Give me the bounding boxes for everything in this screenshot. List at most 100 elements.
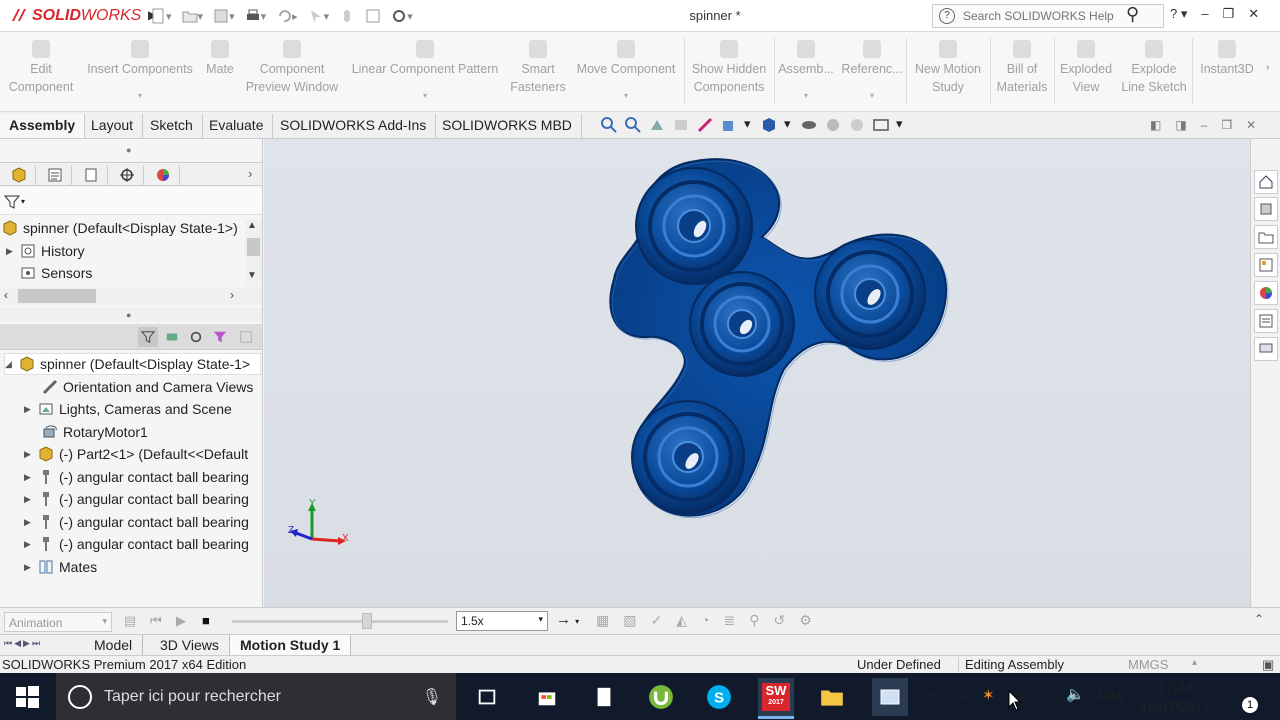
filter-dropdown-icon[interactable]: ▾: [21, 197, 25, 206]
undo-icon[interactable]: ▸: [276, 8, 298, 24]
custom-properties-icon[interactable]: [1254, 309, 1278, 333]
orientation-dropdown-icon[interactable]: ▾: [744, 116, 754, 134]
tray-avast-icon[interactable]: ✶: [982, 686, 995, 704]
tree-item-bearing-4[interactable]: ▶ (-) angular contact ball bearing: [24, 533, 249, 555]
playback-mode-arrow-icon[interactable]: → ▾: [556, 611, 579, 628]
tab-assembly[interactable]: Assembly: [0, 114, 86, 138]
contact-icon[interactable]: ⚲: [749, 612, 759, 629]
section-view-icon[interactable]: [672, 116, 690, 134]
filter-animation-icon[interactable]: [138, 327, 158, 347]
mate-button[interactable]: Mate: [200, 40, 240, 78]
view-orientation-icon[interactable]: [720, 116, 738, 134]
windows-start-icon[interactable]: [14, 684, 40, 710]
zoom-area-icon[interactable]: [624, 116, 642, 134]
expand-icon[interactable]: ▶: [6, 240, 20, 262]
filter-selected-icon[interactable]: [186, 327, 206, 347]
autokey-icon[interactable]: ✓: [650, 612, 662, 629]
file-explorer-taskbar-icon[interactable]: [815, 680, 849, 714]
file-properties-icon[interactable]: [365, 8, 381, 24]
calculate-icon[interactable]: ▤: [124, 613, 136, 629]
microphone-icon[interactable]: 🎙: [422, 687, 442, 707]
tab-feature-manager[interactable]: [2, 165, 36, 185]
bearing-top[interactable]: [635, 167, 753, 285]
expand-icon[interactable]: ▶: [24, 556, 38, 578]
rebuild-icon[interactable]: [339, 8, 355, 24]
previous-view-icon[interactable]: [648, 116, 666, 134]
tab-mbd[interactable]: SOLIDWORKS MBD: [433, 114, 582, 138]
edit-appearance-icon[interactable]: [824, 116, 842, 134]
tab-model[interactable]: Model: [84, 635, 144, 656]
graphics-area[interactable]: Y X Z: [264, 139, 1250, 607]
save-icon[interactable]: ▾: [213, 8, 235, 24]
reference-geometry-button[interactable]: Referenc... ▾: [840, 40, 904, 100]
viewport-tile-right-icon[interactable]: ◨: [1175, 118, 1186, 132]
view-palette-icon[interactable]: [1254, 253, 1278, 277]
taskbar-clock[interactable]: 17:34 16/07/2017: [1132, 677, 1218, 717]
units-dropdown-icon[interactable]: ▴: [1192, 657, 1197, 668]
study-type-select[interactable]: Animation ▾: [4, 612, 112, 632]
dynamic-annotation-icon[interactable]: [696, 116, 714, 134]
forum-icon[interactable]: [1254, 337, 1278, 361]
collapse-motion-manager-icon[interactable]: ⌃: [1254, 612, 1264, 626]
fidget-spinner-model[interactable]: [264, 139, 1250, 607]
task-view-icon[interactable]: [470, 680, 504, 714]
print-icon[interactable]: ▾: [245, 8, 266, 24]
gravity-icon[interactable]: ↺: [773, 612, 785, 629]
show-hidden-icons-chevron[interactable]: ^: [928, 688, 935, 704]
tree-item-history[interactable]: ▶ History: [6, 240, 85, 262]
viewport-minimize-icon[interactable]: –: [1201, 118, 1208, 132]
viewport-tile-left-icon[interactable]: ◧: [1150, 118, 1161, 132]
filter-icon[interactable]: [4, 194, 20, 210]
open-icon[interactable]: ▾: [182, 8, 203, 24]
tree-item-orientation[interactable]: Orientation and Camera Views: [42, 376, 253, 398]
volume-icon[interactable]: 🔈: [1066, 685, 1085, 703]
show-hidden-components-button[interactable]: Show Hidden Components: [688, 40, 770, 96]
collapse-icon[interactable]: ◢: [5, 353, 19, 375]
smart-fasteners-button[interactable]: Smart Fasteners: [508, 40, 568, 96]
expand-icon[interactable]: ▶: [24, 466, 38, 488]
viewport-restore-icon[interactable]: ❐: [1221, 118, 1232, 132]
hide-show-items-icon[interactable]: [800, 116, 818, 134]
cortana-icon[interactable]: [68, 684, 92, 709]
move-component-button[interactable]: Move Component ▾: [572, 40, 680, 100]
utorrent-icon[interactable]: [644, 680, 678, 714]
ribbon-scroll-icon[interactable]: ›: [1266, 62, 1269, 73]
collapse-tree-icon[interactable]: [236, 327, 256, 347]
playback-speed-select[interactable]: 1.5x ▾: [456, 611, 548, 631]
view-settings-dropdown-icon[interactable]: ▾: [896, 116, 906, 134]
display-style-icon[interactable]: [760, 116, 778, 134]
filter-driving-icon[interactable]: [162, 327, 182, 347]
window-app-taskbar-icon[interactable]: [872, 678, 908, 716]
motor-icon[interactable]: ◔: [701, 612, 709, 629]
view-settings-icon[interactable]: [872, 116, 890, 134]
linear-component-pattern-button[interactable]: Linear Component Pattern ▾: [346, 40, 504, 100]
upper-tree-root[interactable]: spinner (Default<Display State-1>): [2, 217, 238, 239]
solidworks-taskbar-icon[interactable]: SW 2017: [758, 678, 794, 716]
minimize-button[interactable]: –: [1201, 6, 1208, 22]
expand-icon[interactable]: ▶: [24, 488, 38, 510]
play-icon[interactable]: ▶: [176, 613, 186, 629]
animation-wizard-icon[interactable]: ▧: [623, 612, 636, 629]
tree-item-bearing-3[interactable]: ▶ (-) angular contact ball bearing: [24, 511, 249, 533]
tab-motion-study-1[interactable]: Motion Study 1: [230, 635, 352, 656]
bearing-bottom[interactable]: [631, 400, 745, 514]
notepad-icon[interactable]: [587, 680, 621, 714]
tab-sketch[interactable]: Sketch: [141, 114, 203, 138]
exploded-view-button[interactable]: Exploded View: [1056, 40, 1116, 96]
design-library-icon[interactable]: [1254, 197, 1278, 221]
select-icon[interactable]: ▾: [308, 8, 329, 24]
language-indicator[interactable]: FRA: [1097, 688, 1123, 703]
filter-results-icon[interactable]: [210, 327, 230, 347]
tree-item-sensors[interactable]: Sensors: [20, 262, 92, 284]
appearances-scenes-icon[interactable]: [1254, 281, 1278, 305]
bill-of-materials-button[interactable]: Bill of Materials: [992, 40, 1052, 96]
new-document-icon[interactable]: ▾: [150, 8, 172, 24]
tray-app-icon[interactable]: ▭: [954, 686, 968, 704]
assembly-features-button[interactable]: Assemb... ▾: [776, 40, 836, 100]
tree-item-bearing-1[interactable]: ▶ (-) angular contact ball bearing: [24, 466, 249, 488]
help-question-icon[interactable]: ?: [939, 8, 955, 24]
solidworks-resources-home-icon[interactable]: [1254, 170, 1278, 194]
options-gear-icon[interactable]: ▾: [391, 8, 413, 24]
tree-item-mates[interactable]: ▶ Mates: [24, 556, 97, 578]
expand-icon[interactable]: ▶: [24, 398, 38, 420]
